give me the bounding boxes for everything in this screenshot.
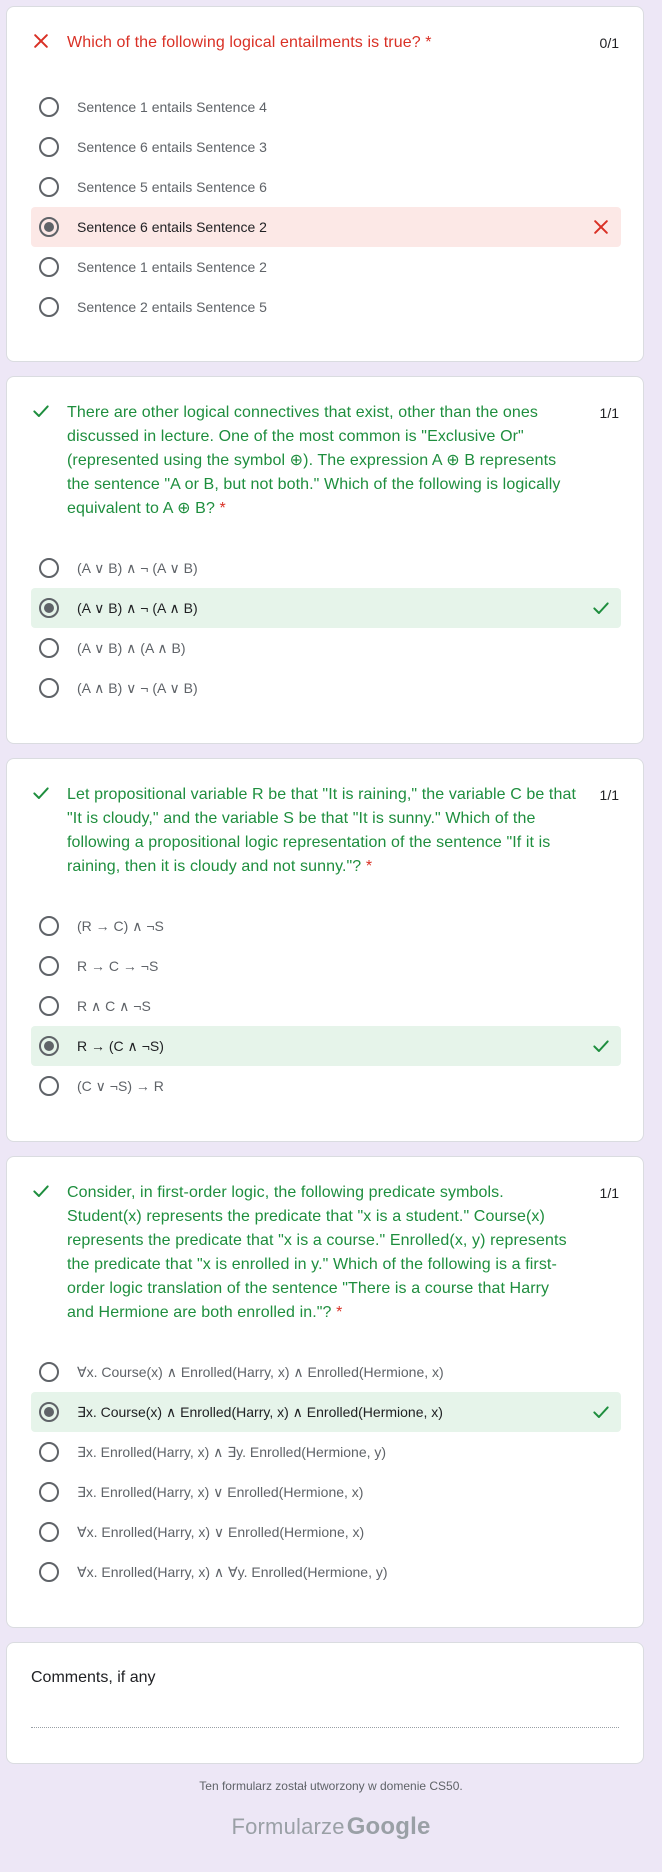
google-forms-logo[interactable]: FormularzeGoogle [0, 1813, 662, 1841]
option-label: R ∧ C ∧ ¬S [77, 998, 151, 1014]
question-text: Which of the following logical entailmen… [67, 34, 432, 51]
score: 1/1 [599, 1185, 619, 1201]
option-label: ∃x. Enrolled(Harry, x) ∨ Enrolled(Hermio… [77, 1484, 364, 1500]
radio-button[interactable] [39, 137, 59, 157]
radio-button[interactable] [39, 1522, 59, 1542]
option-label: Sentence 1 entails Sentence 2 [77, 259, 267, 275]
radio-button-checked[interactable] [39, 598, 59, 618]
question-header: There are other logical connectives that… [31, 401, 619, 521]
question-text: There are other logical connectives that… [67, 404, 561, 517]
radio-button[interactable] [39, 177, 59, 197]
option-1[interactable]: (R → C) ∧ ¬S [31, 906, 621, 946]
option-2[interactable]: Sentence 6 entails Sentence 3 [31, 127, 621, 167]
comments-input-line[interactable] [31, 1727, 619, 1728]
radio-button[interactable] [39, 996, 59, 1016]
option-3[interactable]: (A ∨ B) ∧ (A ∧ B) [31, 628, 621, 668]
option-6[interactable]: Sentence 2 entails Sentence 5 [31, 287, 621, 327]
option-label: (R → C) ∧ ¬S [77, 918, 164, 934]
option-5[interactable]: Sentence 1 entails Sentence 2 [31, 247, 621, 287]
check-icon [33, 1185, 49, 1197]
option-label: Sentence 6 entails Sentence 2 [77, 219, 267, 235]
score: 1/1 [599, 405, 619, 421]
question-card-2: There are other logical connectives that… [6, 376, 644, 744]
option-1[interactable]: Sentence 1 entails Sentence 4 [31, 87, 621, 127]
option-label: (A ∧ B) ∨ ¬ (A ∨ B) [77, 680, 198, 696]
check-icon [593, 1040, 609, 1052]
option-label: (A ∨ B) ∧ (A ∧ B) [77, 640, 186, 656]
radio-button[interactable] [39, 1076, 59, 1096]
radio-button[interactable] [39, 1442, 59, 1462]
radio-button[interactable] [39, 956, 59, 976]
option-label: (A ∨ B) ∧ ¬ (A ∨ B) [77, 560, 198, 576]
option-2-selected[interactable]: (A ∨ B) ∧ ¬ (A ∧ B) [31, 588, 621, 628]
option-label: ∀x. Enrolled(Harry, x) ∨ Enrolled(Hermio… [77, 1524, 365, 1540]
option-1[interactable]: (A ∨ B) ∧ ¬ (A ∨ B) [31, 548, 621, 588]
option-2[interactable]: R → C → ¬S [31, 946, 621, 986]
question-header: Which of the following logical entailmen… [31, 31, 619, 61]
radio-button[interactable] [39, 558, 59, 578]
radio-button[interactable] [39, 1562, 59, 1582]
option-label: Sentence 2 entails Sentence 5 [77, 299, 267, 315]
comments-title: Comments, if any [31, 1669, 156, 1686]
option-label: ∃x. Course(x) ∧ Enrolled(Harry, x) ∧ Enr… [77, 1404, 443, 1420]
brand-prefix: Formularze [231, 1814, 345, 1839]
footer-note: Ten formularz został utworzony w domenie… [199, 1779, 463, 1793]
option-label: R → C → ¬S [77, 958, 159, 974]
radio-button[interactable] [39, 638, 59, 658]
option-label: ∀x. Enrolled(Harry, x) ∧ ∀y. Enrolled(He… [77, 1564, 388, 1580]
radio-button-checked[interactable] [39, 217, 59, 237]
question-text: Let propositional variable R be that "It… [67, 786, 577, 875]
close-icon [34, 34, 48, 48]
option-label: Sentence 1 entails Sentence 4 [77, 99, 267, 115]
score: 0/1 [599, 35, 619, 51]
option-4-selected[interactable]: Sentence 6 entails Sentence 2 [31, 207, 621, 247]
option-4[interactable]: ∃x. Enrolled(Harry, x) ∨ Enrolled(Hermio… [31, 1472, 621, 1512]
radio-button[interactable] [39, 678, 59, 698]
option-5[interactable]: (C ∨ ¬S) → R [31, 1066, 621, 1106]
option-3[interactable]: Sentence 5 entails Sentence 6 [31, 167, 621, 207]
radio-button-checked[interactable] [39, 1402, 59, 1422]
option-4[interactable]: (A ∧ B) ∨ ¬ (A ∨ B) [31, 668, 621, 708]
radio-button[interactable] [39, 916, 59, 936]
option-label: ∃x. Enrolled(Harry, x) ∧ ∃y. Enrolled(He… [77, 1444, 387, 1460]
comments-card: Comments, if any [6, 1642, 644, 1764]
radio-button[interactable] [39, 297, 59, 317]
option-1[interactable]: ∀x. Course(x) ∧ Enrolled(Harry, x) ∧ Enr… [31, 1352, 621, 1392]
option-label: Sentence 6 entails Sentence 3 [77, 139, 267, 155]
question-text: Consider, in first-order logic, the foll… [67, 1184, 567, 1321]
form-page: Which of the following logical entailmen… [0, 0, 662, 1872]
radio-button[interactable] [39, 1482, 59, 1502]
radio-button[interactable] [39, 1362, 59, 1382]
check-icon [33, 405, 49, 417]
question-card-4: Consider, in first-order logic, the foll… [6, 1156, 644, 1628]
radio-button[interactable] [39, 97, 59, 117]
score: 1/1 [599, 787, 619, 803]
radio-button[interactable] [39, 257, 59, 277]
option-3[interactable]: R ∧ C ∧ ¬S [31, 986, 621, 1026]
radio-button-checked[interactable] [39, 1036, 59, 1056]
option-3[interactable]: ∃x. Enrolled(Harry, x) ∧ ∃y. Enrolled(He… [31, 1432, 621, 1472]
close-icon [594, 220, 608, 234]
option-label: ∀x. Course(x) ∧ Enrolled(Harry, x) ∧ Enr… [77, 1364, 444, 1380]
question-card-1: Which of the following logical entailmen… [6, 6, 644, 362]
check-icon [593, 602, 609, 614]
brand-name: Google [346, 1813, 431, 1840]
option-label: Sentence 5 entails Sentence 6 [77, 179, 267, 195]
option-label: (C ∨ ¬S) → R [77, 1078, 164, 1094]
check-icon [593, 1406, 609, 1418]
question-card-3: Let propositional variable R be that "It… [6, 758, 644, 1142]
option-6[interactable]: ∀x. Enrolled(Harry, x) ∧ ∀y. Enrolled(He… [31, 1552, 621, 1592]
option-label: R → (C ∧ ¬S) [77, 1038, 164, 1054]
option-label: (A ∨ B) ∧ ¬ (A ∧ B) [77, 600, 198, 616]
option-5[interactable]: ∀x. Enrolled(Harry, x) ∨ Enrolled(Hermio… [31, 1512, 621, 1552]
check-icon [33, 787, 49, 799]
question-header: Consider, in first-order logic, the foll… [31, 1181, 619, 1325]
question-header: Let propositional variable R be that "It… [31, 783, 619, 879]
option-4-selected[interactable]: R → (C ∧ ¬S) [31, 1026, 621, 1066]
option-2-selected[interactable]: ∃x. Course(x) ∧ Enrolled(Harry, x) ∧ Enr… [31, 1392, 621, 1432]
